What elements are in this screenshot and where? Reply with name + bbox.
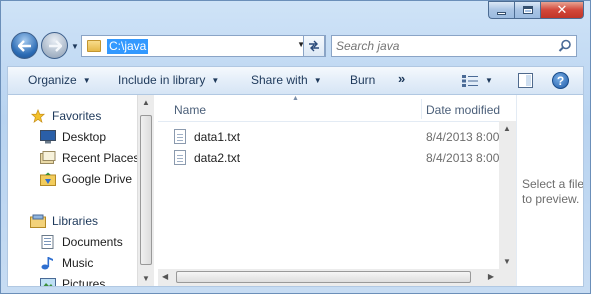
change-view-icon[interactable] — [462, 75, 478, 87]
sidebar-item-recent-places[interactable]: Recent Places — [40, 148, 139, 168]
search-box[interactable] — [331, 35, 577, 57]
include-in-library-button[interactable]: Include in library ▼ — [118, 73, 219, 87]
google-drive-icon — [40, 172, 56, 186]
explorer-content: Favorites Desktop Recent Places Google D… — [7, 95, 584, 287]
scroll-right-icon[interactable]: ▶ — [488, 272, 494, 281]
column-header-row: ▲ Name Date modified — [158, 95, 516, 122]
navigation-pane: Favorites Desktop Recent Places Google D… — [8, 95, 139, 287]
file-row[interactable]: data2.txt 8/4/2013 8:00 PM — [172, 148, 516, 168]
scroll-down-icon[interactable]: ▼ — [503, 257, 511, 266]
sidebar-item-music[interactable]: Music — [40, 253, 93, 273]
burn-button[interactable]: Burn — [350, 73, 375, 87]
sidebar-item-label: Favorites — [52, 109, 102, 123]
column-divider[interactable] — [421, 99, 422, 119]
file-list-pane: ▲ Name Date modified data1.txt 8/4/2013 … — [158, 95, 516, 286]
libraries-icon — [30, 214, 46, 228]
column-header-date-modified[interactable]: Date modified — [426, 103, 500, 117]
organize-button[interactable]: Organize ▼ — [28, 73, 91, 87]
include-in-library-label: Include in library — [118, 73, 206, 87]
sidebar-item-label: Music — [62, 256, 94, 270]
file-name: data1.txt — [194, 130, 241, 144]
maximize-icon — [522, 6, 533, 14]
forward-button[interactable] — [41, 32, 68, 59]
sidebar-item-google-drive[interactable]: Google Drive — [40, 169, 132, 189]
views-dropdown-icon[interactable]: ▼ — [485, 76, 493, 85]
recent-places-icon — [40, 151, 56, 164]
caption-buttons: ✕ — [488, 1, 584, 19]
scroll-down-icon[interactable]: ▼ — [142, 274, 150, 283]
sidebar-item-pictures[interactable]: Pictures — [40, 274, 106, 287]
chevron-down-icon: ▼ — [211, 76, 220, 85]
minimize-button[interactable] — [488, 1, 514, 19]
back-button[interactable] — [11, 32, 38, 59]
address-bar[interactable]: C:\java ▼ — [81, 35, 326, 57]
preview-placeholder-text: Select a file to preview. — [522, 177, 584, 206]
sidebar-item-label: Pictures — [62, 277, 106, 287]
share-with-button[interactable]: Share with ▼ — [251, 73, 322, 87]
preview-pane-toggle-icon[interactable] — [518, 73, 533, 88]
explorer-window: ✕ ▼ C:\java ▼ Organize ▼ Include in libra… — [0, 0, 591, 294]
forward-arrow-icon — [48, 39, 62, 52]
desktop-icon — [40, 130, 56, 144]
sidebar-item-libraries[interactable]: Libraries — [30, 211, 98, 231]
preview-pane: Select a file to preview. — [516, 95, 583, 286]
file-row[interactable]: data1.txt 8/4/2013 8:00 PM — [172, 127, 516, 147]
folder-icon — [87, 40, 101, 52]
refresh-icon — [309, 40, 319, 52]
recent-pages-dropdown-icon[interactable]: ▼ — [71, 42, 79, 51]
back-arrow-icon — [17, 39, 31, 52]
pictures-icon — [40, 278, 56, 286]
search-input[interactable] — [336, 38, 546, 54]
minimize-icon — [497, 11, 506, 15]
scroll-left-icon[interactable]: ◀ — [162, 272, 168, 281]
close-button[interactable]: ✕ — [540, 1, 584, 19]
file-list-vertical-scrollbar[interactable]: ▲ ▼ — [499, 121, 516, 269]
burn-label: Burn — [350, 73, 376, 87]
documents-icon — [41, 235, 54, 249]
sidebar-item-label: Libraries — [52, 214, 99, 228]
address-value[interactable]: C:\java — [107, 39, 149, 54]
sidebar-item-label: Desktop — [62, 130, 107, 144]
sidebar-item-documents[interactable]: Documents — [40, 232, 123, 252]
sort-ascending-icon: ▲ — [292, 95, 299, 102]
close-icon: ✕ — [556, 2, 568, 17]
navigation-pane-scrollbar[interactable]: ▲ ▼ — [137, 95, 155, 286]
sidebar-item-favorites[interactable]: Favorites — [30, 106, 101, 126]
music-icon — [41, 257, 53, 270]
maximize-button[interactable] — [514, 1, 540, 19]
sidebar-item-desktop[interactable]: Desktop — [40, 127, 106, 147]
file-list-horizontal-scrollbar[interactable]: ◀ ▶ — [158, 269, 516, 286]
search-icon[interactable] — [558, 39, 572, 53]
organize-label: Organize — [28, 73, 77, 87]
refresh-button[interactable] — [303, 35, 325, 57]
sidebar-item-label: Documents — [62, 235, 123, 249]
more-commands-button[interactable]: » — [398, 71, 405, 86]
share-with-label: Share with — [251, 73, 308, 87]
chevron-down-icon: ▼ — [82, 76, 91, 85]
sidebar-item-label: Google Drive — [62, 172, 133, 186]
scrollbar-thumb[interactable] — [140, 115, 152, 265]
navigation-bar: ▼ C:\java ▼ — [9, 32, 582, 62]
scrollbar-thumb[interactable] — [176, 271, 471, 283]
file-name: data2.txt — [194, 151, 241, 165]
command-bar: Organize ▼ Include in library ▼ Share with… — [7, 66, 584, 95]
column-header-name[interactable]: Name — [174, 103, 206, 117]
scroll-up-icon[interactable]: ▲ — [503, 124, 511, 133]
sidebar-item-label: Recent Places — [62, 151, 140, 165]
scroll-up-icon[interactable]: ▲ — [142, 98, 150, 107]
text-file-icon — [174, 129, 186, 144]
chevron-down-icon: ▼ — [313, 76, 322, 85]
star-icon — [30, 109, 46, 123]
help-icon[interactable]: ? — [552, 72, 569, 89]
text-file-icon — [174, 150, 186, 165]
